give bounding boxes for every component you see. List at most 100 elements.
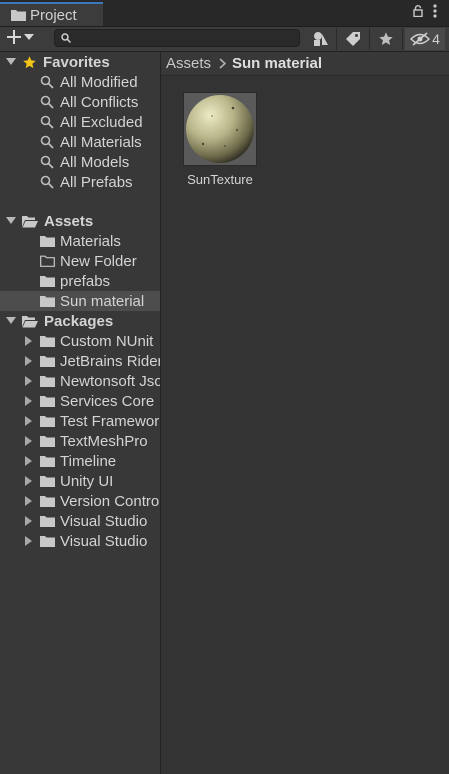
lock-icon[interactable]	[413, 5, 423, 17]
package-folder[interactable]: Timeline	[0, 451, 160, 471]
favorite-item-all-conflicts[interactable]: All Conflicts	[0, 92, 160, 112]
favorite-item-label: All Prefabs	[60, 173, 133, 191]
assets-folder-new-folder[interactable]: New Folder	[0, 251, 160, 271]
folder-open-icon	[22, 215, 38, 227]
tree-assets-label: Assets	[44, 212, 94, 230]
asset-thumbnail[interactable]	[183, 92, 257, 166]
tab-title: Project	[30, 6, 77, 24]
folder-icon	[40, 356, 55, 367]
package-folder[interactable]: Custom NUnit	[0, 331, 160, 351]
breadcrumb-assets[interactable]: Assets	[166, 55, 211, 72]
folder-icon	[40, 416, 55, 427]
favorite-item-label: All Conflicts	[60, 93, 139, 111]
search-icon	[61, 33, 71, 43]
favorite-item-all-modified[interactable]: All Modified	[0, 72, 160, 92]
search-by-type-button[interactable]	[308, 28, 334, 50]
folder-icon	[40, 376, 55, 387]
expand-arrow-right-icon[interactable]	[24, 376, 34, 386]
expand-arrow-right-icon[interactable]	[24, 456, 34, 466]
expand-arrow-down-icon[interactable]	[6, 316, 16, 326]
folder-open-icon	[22, 315, 38, 327]
tab-project[interactable]: Project	[0, 2, 103, 26]
package-folder[interactable]: Test Framework	[0, 411, 161, 431]
hidden-packages-toggle[interactable]: 4	[405, 28, 445, 50]
folder-icon	[40, 516, 55, 527]
favorites-button[interactable]	[373, 28, 399, 50]
package-label: Unity UI	[60, 472, 114, 490]
favorite-item-label: All Materials	[60, 133, 142, 151]
package-folder[interactable]: Visual Studio	[0, 511, 160, 531]
favorite-item-label: All Models	[60, 153, 130, 171]
favorite-item-all-models[interactable]: All Models	[0, 152, 160, 172]
package-folder[interactable]: Services Core	[0, 391, 160, 411]
package-label: JetBrains Rider	[60, 352, 161, 370]
expand-arrow-down-icon[interactable]	[6, 57, 16, 67]
tree-packages-label: Packages	[44, 312, 114, 330]
tree-packages[interactable]: Packages	[0, 311, 160, 331]
folder-icon	[11, 10, 26, 21]
star-icon	[23, 55, 36, 68]
search-input[interactable]	[75, 30, 289, 46]
folder-label: prefabs	[60, 272, 111, 290]
asset-label: SunTexture	[187, 172, 253, 187]
breadcrumb-current[interactable]: Sun material	[232, 55, 322, 72]
expand-arrow-right-icon[interactable]	[24, 396, 34, 406]
folder-icon	[40, 296, 55, 307]
search-by-label-button[interactable]	[340, 28, 366, 50]
tree-favorites-label: Favorites	[43, 53, 110, 71]
package-label: Custom NUnit	[60, 332, 154, 350]
project-toolbar: 4	[0, 27, 449, 52]
search-icon	[40, 135, 54, 149]
favorite-item-all-excluded[interactable]: All Excluded	[0, 112, 160, 132]
expand-arrow-down-icon[interactable]	[6, 216, 16, 226]
package-folder[interactable]: JetBrains Rider	[0, 351, 161, 371]
expand-arrow-right-icon[interactable]	[24, 356, 34, 366]
package-folder[interactable]: Visual Studio	[0, 531, 160, 551]
package-folder[interactable]: TextMeshPro	[0, 431, 160, 451]
package-folder[interactable]: Unity UI	[0, 471, 160, 491]
search-icon	[40, 75, 54, 89]
folder-label: Materials	[60, 232, 121, 250]
package-label: Version Control	[60, 492, 161, 510]
expand-arrow-right-icon[interactable]	[24, 496, 34, 506]
tag-icon	[346, 32, 360, 46]
package-label: Visual Studio	[60, 512, 148, 530]
eye-slash-icon	[410, 32, 431, 46]
package-label: TextMeshPro	[60, 432, 148, 450]
folder-icon	[40, 496, 55, 507]
folder-icon	[40, 276, 55, 287]
expand-arrow-right-icon[interactable]	[24, 436, 34, 446]
favorite-item-all-materials[interactable]: All Materials	[0, 132, 160, 152]
assets-folder-sun-material[interactable]: Sun material	[0, 291, 160, 311]
chevron-right-icon	[219, 58, 227, 69]
window-tab-bar: Project	[0, 0, 449, 27]
assets-folder-prefabs[interactable]: prefabs	[0, 271, 160, 291]
folder-label: New Folder	[60, 252, 137, 270]
asset-view-panel: Assets Sun material SunTexture	[161, 52, 449, 774]
package-folder[interactable]: Newtonsoft Json	[0, 371, 160, 391]
favorite-item-all-prefabs[interactable]: All Prefabs	[0, 172, 160, 192]
folder-empty-icon	[40, 255, 55, 267]
asset-item[interactable]: SunTexture	[181, 92, 259, 187]
folder-icon	[40, 336, 55, 347]
expand-arrow-right-icon[interactable]	[24, 476, 34, 486]
folder-icon	[40, 476, 55, 487]
expand-arrow-right-icon[interactable]	[24, 516, 34, 526]
plus-icon	[7, 30, 21, 44]
tree-assets[interactable]: Assets	[0, 211, 160, 231]
folder-icon	[40, 396, 55, 407]
package-folder[interactable]: Version Control	[0, 491, 161, 511]
search-by-type-icon	[314, 32, 328, 46]
folder-icon	[40, 236, 55, 247]
package-label: Timeline	[60, 452, 117, 470]
expand-arrow-right-icon[interactable]	[24, 536, 34, 546]
search-field[interactable]	[54, 29, 300, 47]
expand-arrow-right-icon[interactable]	[24, 336, 34, 346]
package-label: Test Framework	[60, 412, 161, 430]
tree-favorites[interactable]: Favorites	[0, 52, 160, 72]
create-button[interactable]	[6, 29, 34, 45]
assets-folder-materials[interactable]: Materials	[0, 231, 160, 251]
kebab-menu-icon[interactable]	[433, 4, 437, 18]
package-label: Services Core	[60, 392, 155, 410]
expand-arrow-right-icon[interactable]	[24, 416, 34, 426]
